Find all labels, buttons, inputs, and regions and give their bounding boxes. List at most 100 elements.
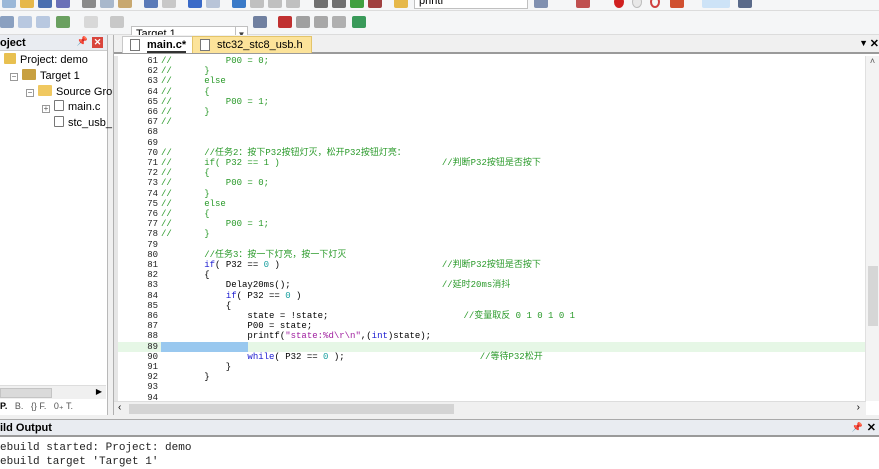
tree-project[interactable]: Project: demo <box>4 53 88 66</box>
prev-bookmark-icon[interactable] <box>250 0 264 8</box>
disable-breakpoint-icon[interactable] <box>632 0 642 8</box>
code-area[interactable]: 61// P00 = 0; 62// } 63// else 64// {65// P… <box>118 56 866 401</box>
code-line[interactable]: 78// } <box>118 229 866 239</box>
books-icon[interactable] <box>296 16 310 28</box>
scroll-up-icon[interactable]: ˄ <box>866 56 879 66</box>
collapse-icon[interactable]: − <box>10 73 18 81</box>
scroll-thumb[interactable] <box>129 404 454 414</box>
undo-icon[interactable] <box>144 0 158 8</box>
scroll-left-icon[interactable]: ‹ <box>118 402 121 413</box>
code-line[interactable]: 84 if( P32 == 0 ) <box>118 291 866 301</box>
close-tab-icon[interactable]: ✕ <box>870 37 879 50</box>
tab-stc32-stc8-usb-h[interactable]: stc32_stc8_usb.h <box>192 36 312 53</box>
code-line[interactable]: 65// P00 = 1; <box>118 97 866 107</box>
code-line[interactable]: 69 <box>118 138 866 148</box>
find-select[interactable]: printf <box>414 0 528 9</box>
code-line[interactable]: 88 printf("state:%d\r\n",(int)state); <box>118 331 866 341</box>
manage-rte-icon[interactable] <box>332 16 346 28</box>
tree-file-main[interactable]: main.c <box>54 100 100 113</box>
indent-icon[interactable] <box>314 0 328 8</box>
tree-file-usb[interactable]: stc_usb_ <box>54 116 112 129</box>
save-all-icon[interactable] <box>56 0 70 8</box>
unindent-icon[interactable] <box>332 0 346 8</box>
close-icon[interactable]: ✕ <box>867 421 876 434</box>
tree-target[interactable]: Target 1 <box>22 69 80 82</box>
manage-project-icon[interactable] <box>278 16 292 28</box>
scroll-right-icon[interactable]: ▶ <box>96 387 102 396</box>
debug-icon[interactable] <box>576 0 590 8</box>
window-layout-icon[interactable] <box>702 0 730 8</box>
pin-icon[interactable]: 📌 <box>77 36 88 47</box>
code-line[interactable]: 94 <box>118 393 866 401</box>
copy-icon[interactable] <box>100 0 114 8</box>
stop-build-icon[interactable] <box>84 16 98 28</box>
code-line[interactable]: 72// { <box>118 168 866 178</box>
code-line[interactable]: 82 { <box>118 270 866 280</box>
code-line[interactable]: 83 Delay20ms(); //延时20ms消抖 <box>118 280 866 290</box>
select-packs-icon[interactable] <box>314 16 328 28</box>
nav-forward-icon[interactable] <box>206 0 220 8</box>
code-line[interactable]: 66// } <box>118 107 866 117</box>
code-line[interactable]: 75// else <box>118 199 866 209</box>
save-icon[interactable] <box>38 0 52 8</box>
breakpoints-icon[interactable] <box>670 0 684 8</box>
code-line[interactable]: 89 <box>118 341 866 352</box>
breakpoint-icon[interactable] <box>614 0 624 8</box>
pin-icon[interactable]: 📌 <box>852 422 863 433</box>
code-line[interactable]: 70// //任务2：按下P32按钮灯灭，松开P32按钮灯亮： <box>118 148 866 158</box>
cut-icon[interactable] <box>82 0 96 8</box>
close-icon[interactable]: ✕ <box>92 37 103 48</box>
find-icon[interactable] <box>534 0 548 8</box>
new-file-icon[interactable] <box>2 0 16 8</box>
editor-vscrollbar[interactable]: ˄ <box>865 56 879 401</box>
uncomment-icon[interactable] <box>368 0 382 8</box>
code-line[interactable]: 61// P00 = 0; <box>118 56 866 66</box>
pack-installer-icon[interactable] <box>352 16 366 28</box>
load-icon[interactable] <box>110 16 124 28</box>
configure-icon[interactable] <box>738 0 752 8</box>
editor-hscrollbar[interactable]: ‹ › <box>114 401 866 415</box>
tab-books[interactable]: B. <box>15 401 24 411</box>
scroll-thumb[interactable] <box>0 388 52 398</box>
code-line[interactable]: 80 //任务3：按一下灯亮，按一下灯灭 <box>118 250 866 260</box>
tab-main-c[interactable]: main.c* <box>122 36 196 53</box>
code-line[interactable]: 86 state = !state; //变量取反 0 1 0 1 0 1 <box>118 311 866 321</box>
code-line[interactable]: 91 } <box>118 362 866 372</box>
code-line[interactable]: 92 } <box>118 372 866 382</box>
collapse-icon[interactable]: − <box>26 89 34 97</box>
download-icon[interactable] <box>56 16 70 28</box>
open-icon[interactable] <box>20 0 34 8</box>
code-line[interactable]: 67// <box>118 117 866 127</box>
code-line[interactable]: 62// } <box>118 66 866 76</box>
code-line[interactable]: 93 <box>118 382 866 392</box>
tree-source-group[interactable]: Source Grou <box>38 85 118 98</box>
translate-icon[interactable] <box>0 16 14 28</box>
tab-templates[interactable]: 0₊ T. <box>54 401 73 412</box>
tab-project[interactable]: P. <box>0 401 7 411</box>
project-hscrollbar[interactable]: ▶ <box>0 385 106 399</box>
find-in-files-icon[interactable] <box>394 0 408 8</box>
code-line[interactable]: 63// else <box>118 76 866 86</box>
build-icon[interactable] <box>18 16 32 28</box>
code-line[interactable]: 64// { <box>118 87 866 97</box>
tab-functions[interactable]: {} F. <box>31 401 47 411</box>
code-line[interactable]: 77// P00 = 1; <box>118 219 866 229</box>
clear-bookmarks-icon[interactable] <box>286 0 300 8</box>
scroll-thumb[interactable] <box>868 266 878 326</box>
code-line[interactable]: 76// { <box>118 209 866 219</box>
code-line[interactable]: 68 <box>118 127 866 137</box>
nav-back-icon[interactable] <box>188 0 202 8</box>
kill-breakpoints-icon[interactable] <box>650 0 660 8</box>
expand-icon[interactable]: + <box>42 105 50 113</box>
scroll-right-icon[interactable]: › <box>857 402 860 413</box>
redo-icon[interactable] <box>162 0 176 8</box>
code-line[interactable]: 71// if( P32 == 1 ) //判断P32按钮是否按下 <box>118 158 866 168</box>
next-bookmark-icon[interactable] <box>268 0 282 8</box>
comment-icon[interactable] <box>350 0 364 8</box>
rebuild-icon[interactable] <box>36 16 50 28</box>
paste-icon[interactable] <box>118 0 132 8</box>
target-options-icon[interactable] <box>253 16 267 28</box>
code-line[interactable]: 79 <box>118 240 866 250</box>
code-line[interactable]: 85 { <box>118 301 866 311</box>
code-line[interactable]: 74// } <box>118 189 866 199</box>
